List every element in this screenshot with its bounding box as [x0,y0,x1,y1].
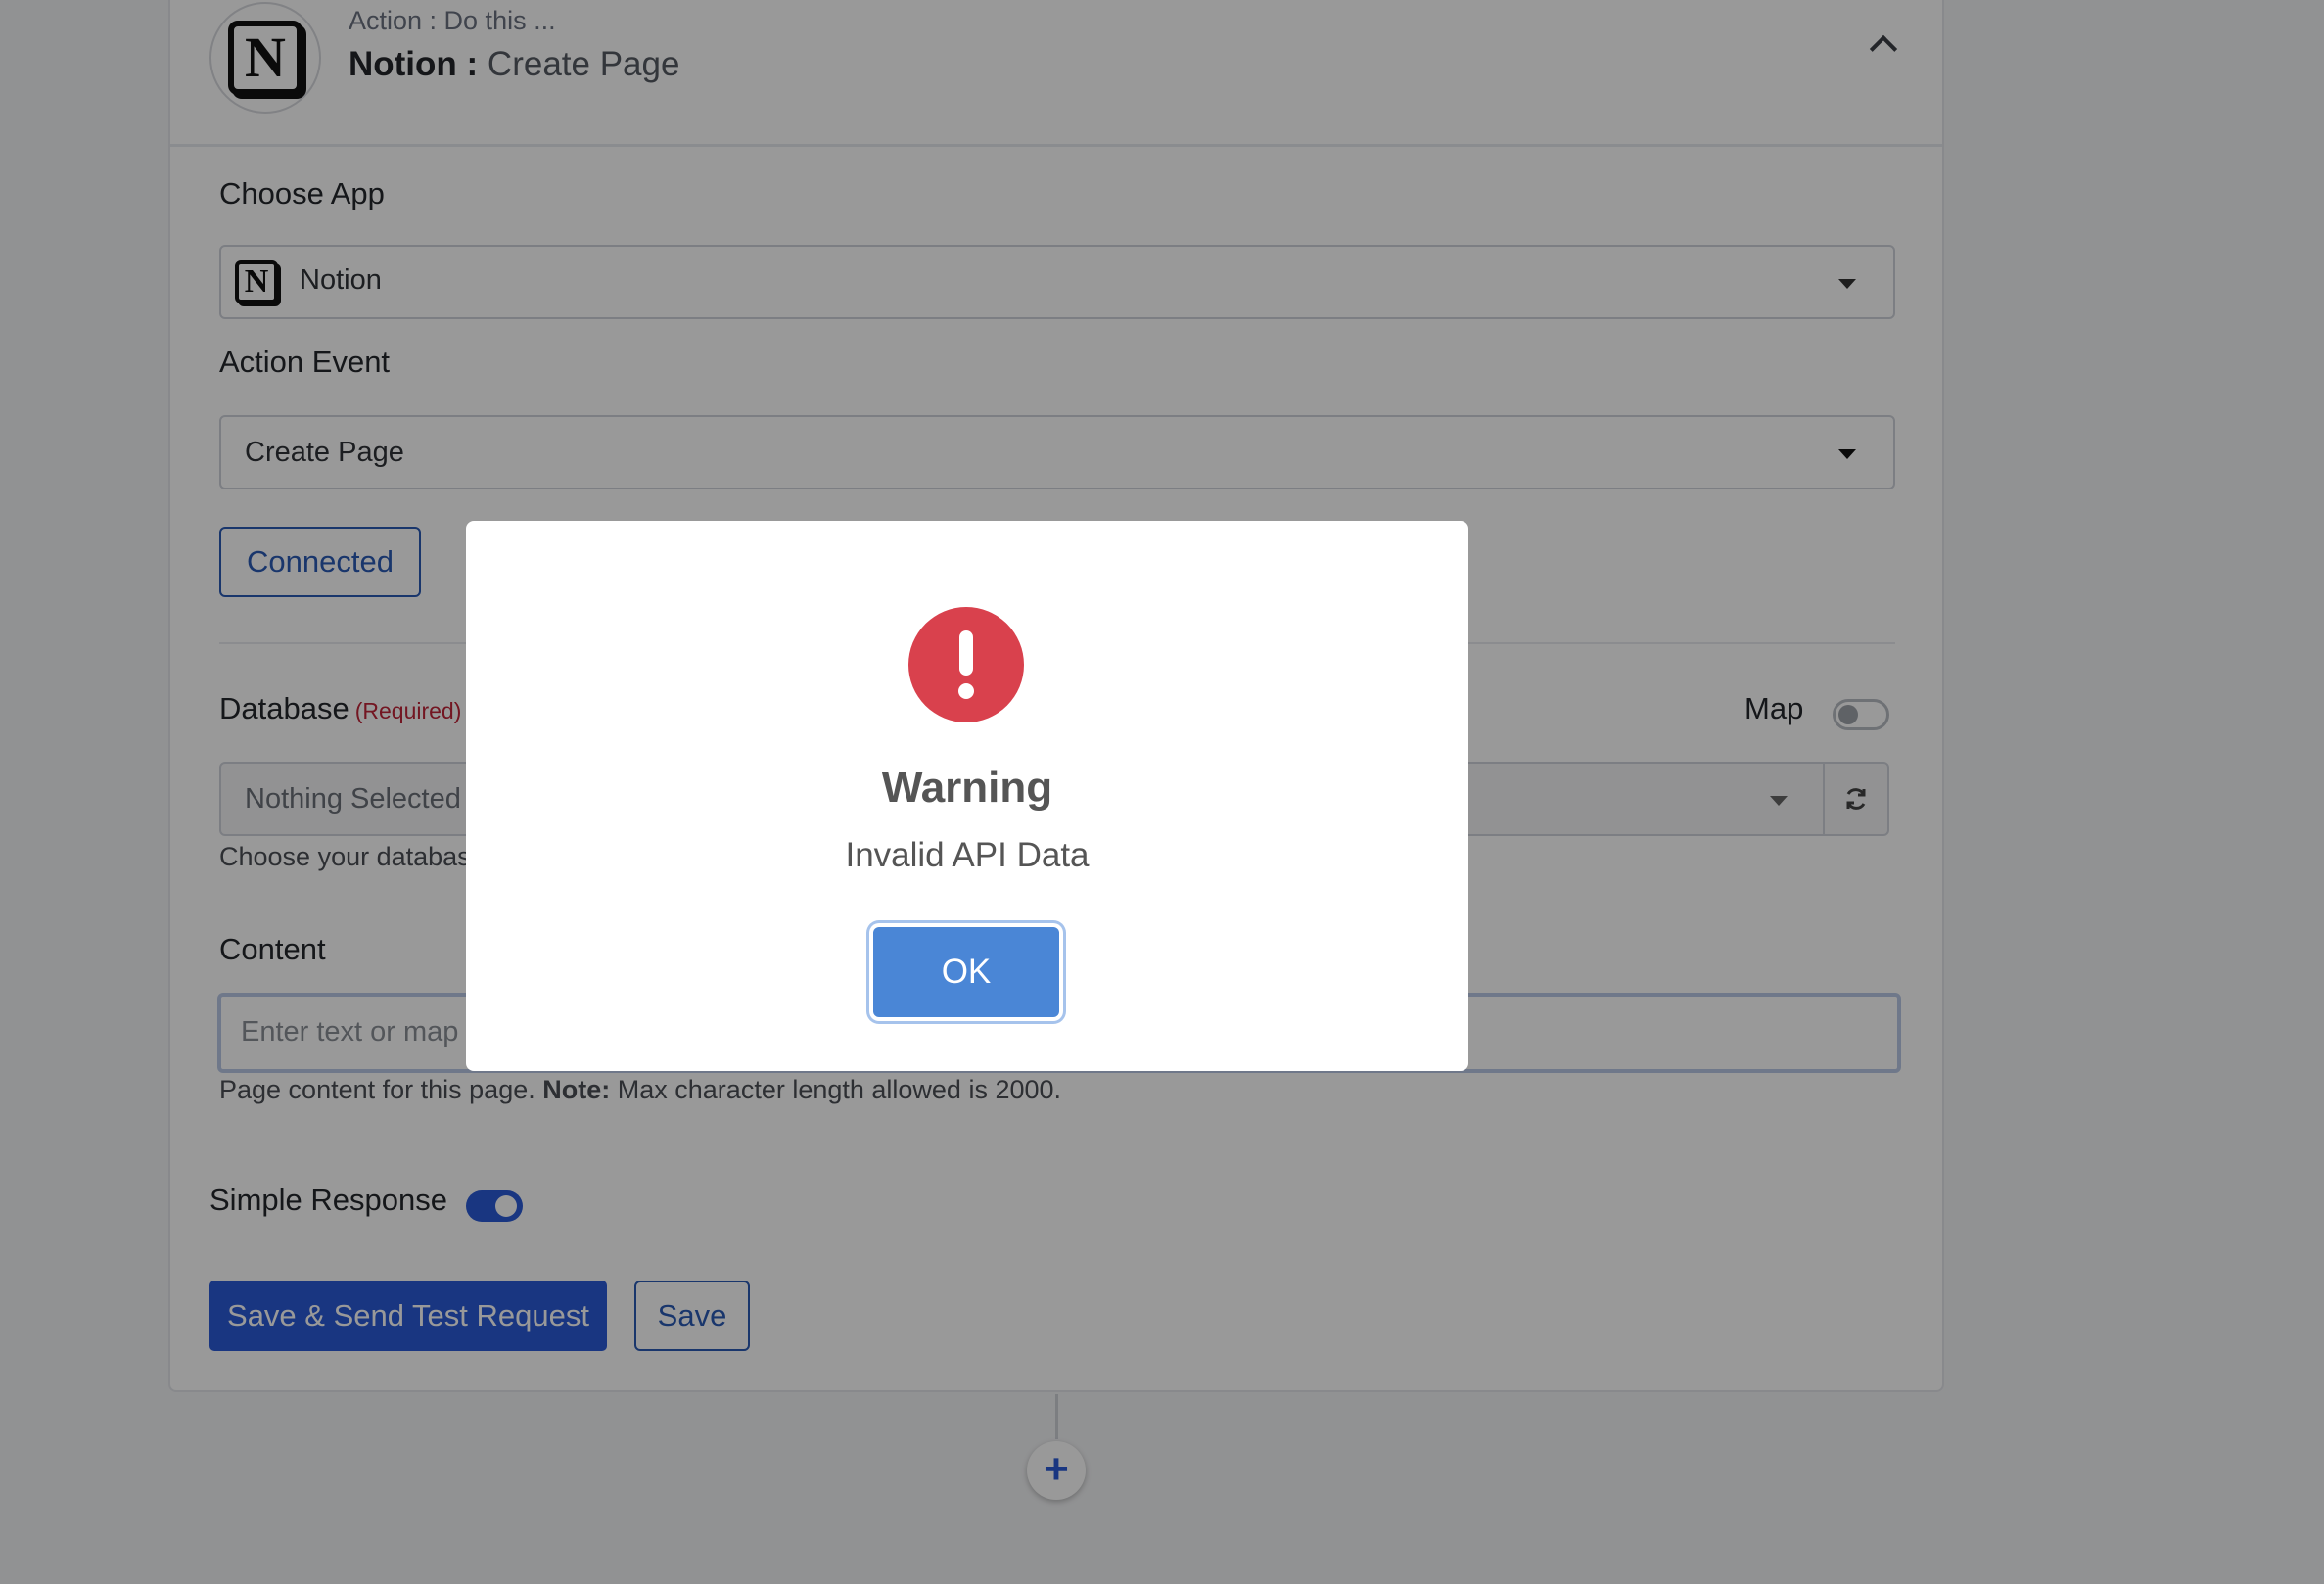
ok-button[interactable]: OK [873,927,1059,1017]
warning-dialog: Warning Invalid API Data OK [466,521,1468,1071]
warning-icon [908,607,1024,722]
dialog-message: Invalid API Data [845,836,1090,874]
warning-icon-dot [958,683,974,699]
warning-icon-bar [959,630,973,676]
dialog-title: Warning [881,764,1053,812]
